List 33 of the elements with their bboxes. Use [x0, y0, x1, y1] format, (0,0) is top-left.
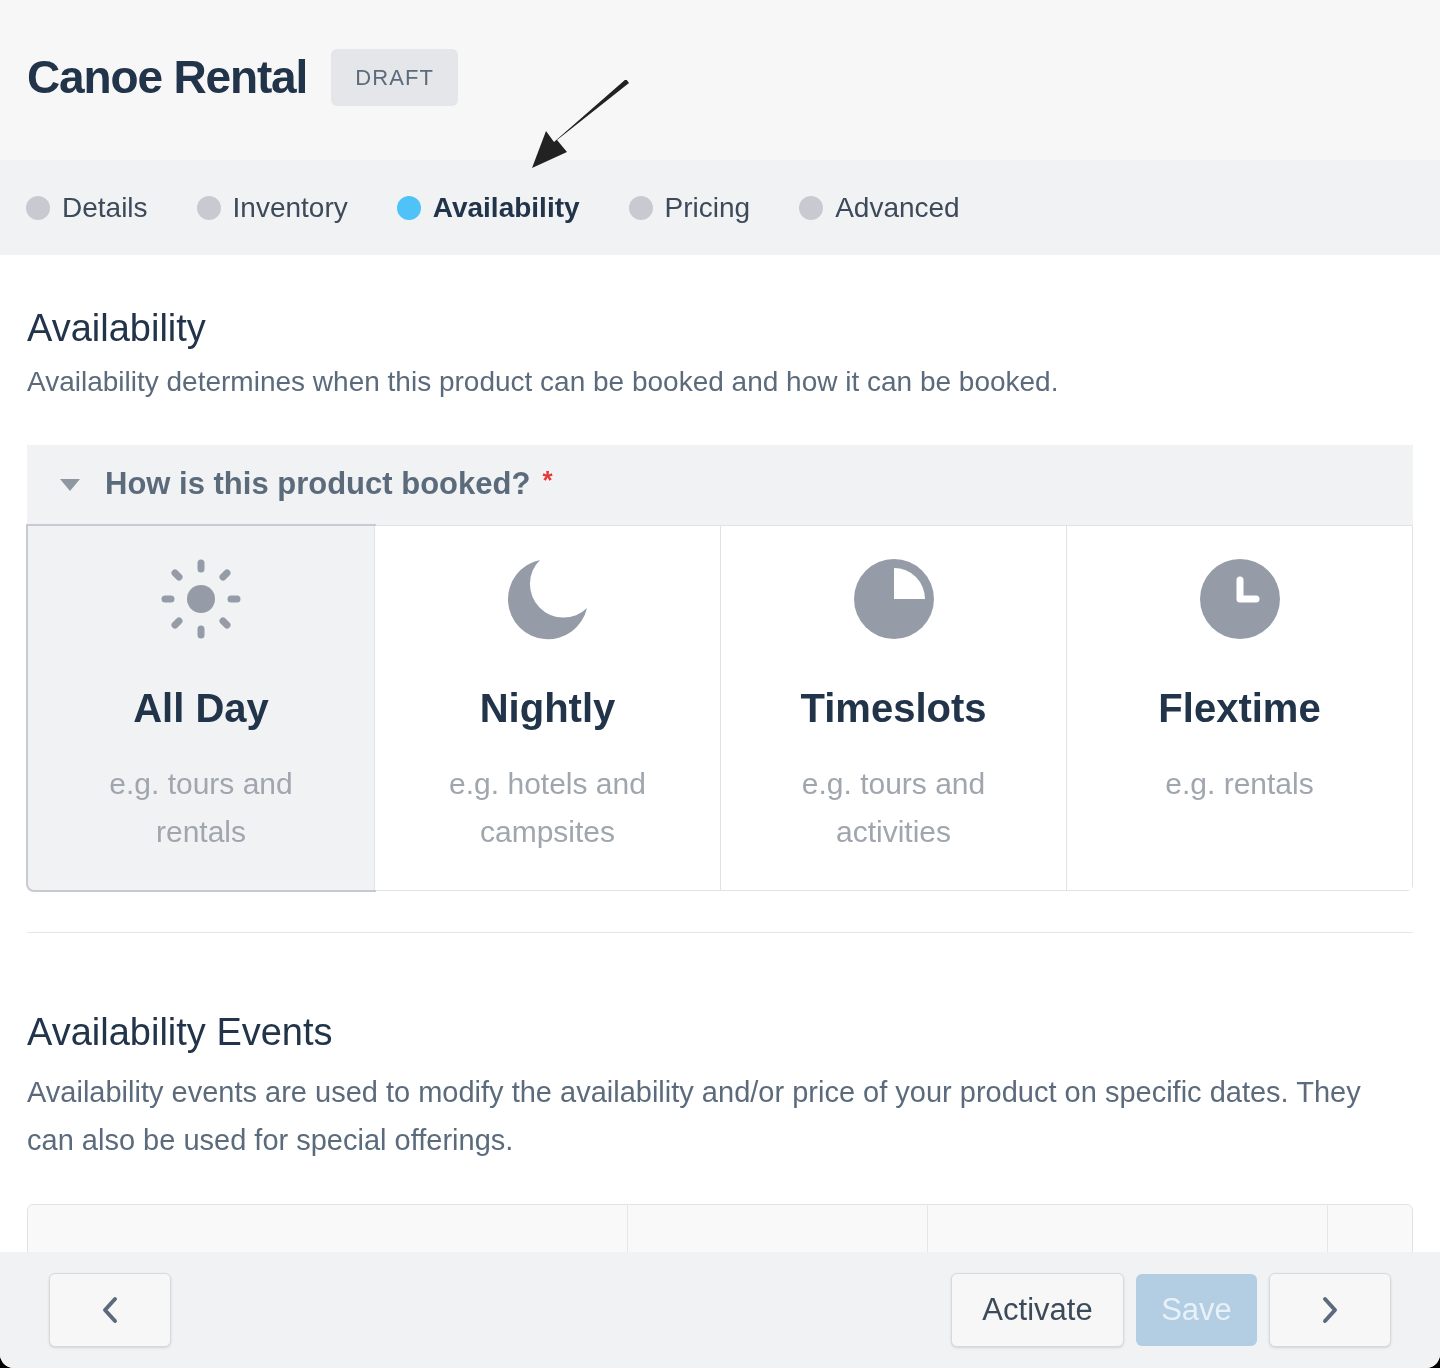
pie-clock-icon — [852, 557, 935, 640]
step-tab[interactable]: Advanced — [799, 186, 960, 229]
activate-button[interactable]: Activate — [951, 1273, 1124, 1347]
option-title: Nightly — [479, 684, 616, 732]
chevron-right-icon — [1322, 1296, 1338, 1324]
booking-option-card[interactable]: Flextime e.g. rentals — [1066, 525, 1412, 890]
step-tab[interactable]: Details — [26, 186, 148, 229]
page-title: Canoe Rental — [27, 50, 308, 105]
option-title: Timeslots — [800, 684, 987, 732]
required-mark: * — [542, 464, 553, 497]
question-label: How is this product booked? — [105, 465, 531, 504]
step-tab[interactable]: Availability — [396, 186, 580, 229]
next-button[interactable] — [1269, 1273, 1391, 1347]
option-example: e.g. tours and activities — [800, 765, 987, 850]
booking-option-card[interactable]: All Day e.g. tours and rentals — [28, 525, 374, 890]
step-tab[interactable]: Pricing — [628, 186, 751, 229]
chevron-left-icon — [102, 1296, 118, 1324]
section-description: Availability events are used to modify the availability and/or price of your product on specific dates. They can also be used for special offerings. — [27, 1075, 1362, 1158]
sun-icon — [160, 557, 242, 640]
moon-icon — [506, 557, 589, 640]
option-example: e.g. hotels and campsites — [448, 765, 647, 850]
section-heading: Availability — [27, 306, 207, 351]
question-header[interactable]: How is this product booked? * — [27, 444, 1413, 525]
option-title: Flextime — [1158, 684, 1321, 732]
option-title: All Day — [133, 684, 269, 732]
section-heading: Availability Events — [27, 1009, 334, 1055]
previous-button[interactable] — [49, 1273, 171, 1347]
status-badge: DRAFT — [331, 49, 458, 106]
clock-icon — [1198, 557, 1281, 640]
option-example: e.g. rentals — [1164, 765, 1315, 802]
step-tab[interactable]: Inventory — [196, 186, 348, 229]
option-example: e.g. tours and rentals — [108, 765, 294, 850]
section-description: Availability determines when this product can be booked and how it can be booked. — [27, 364, 1060, 399]
